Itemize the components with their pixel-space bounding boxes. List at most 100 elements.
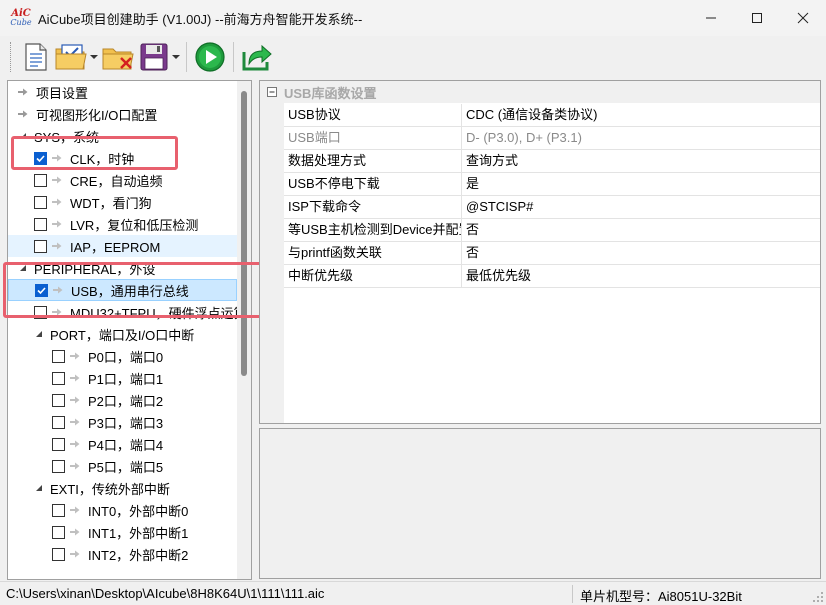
tree-item[interactable]: P0口，端口0 xyxy=(8,345,237,367)
tree-item[interactable]: INT0，外部中断0 xyxy=(8,499,237,521)
property-row[interactable]: 中断优先级 最低优先级 xyxy=(284,265,820,288)
property-name: 与printf函数关联 xyxy=(284,242,462,264)
tree-item-checkbox[interactable] xyxy=(52,349,65,363)
tree-item[interactable]: 项目设置 xyxy=(8,81,237,103)
expand-triangle-icon[interactable] xyxy=(18,263,28,273)
tree-item-checkbox[interactable] xyxy=(52,371,65,385)
property-value[interactable]: 查询方式 xyxy=(462,150,820,172)
tree-item-label: INT1，外部中断1 xyxy=(88,525,189,541)
property-row[interactable]: USB端口 D- (P3.0), D+ (P3.1) xyxy=(284,127,820,150)
tree-item-checkbox[interactable] xyxy=(34,305,47,319)
tree-item-checkbox[interactable] xyxy=(34,239,47,253)
chip-model-label: 单片机型号：Ai8051U-32Bit xyxy=(580,589,742,604)
tree-item[interactable]: LVR，复位和低压检测 xyxy=(8,213,237,235)
close-button[interactable] xyxy=(780,0,826,36)
node-arrow-icon xyxy=(52,154,62,162)
property-name: USB不停电下载 xyxy=(284,173,462,195)
tree-item-checkbox[interactable] xyxy=(52,437,65,451)
tree-item-label: EXTI，传统外部中断 xyxy=(50,481,170,497)
property-category-label: USB库函数设置 xyxy=(284,85,377,101)
tree-item-checkbox[interactable] xyxy=(52,459,65,473)
tree-item[interactable]: WDT，看门狗 xyxy=(8,191,237,213)
tree-item-checkbox[interactable] xyxy=(52,547,65,561)
tree-item-checkbox[interactable] xyxy=(34,217,47,231)
tree-item-label: IAP，EEPROM xyxy=(70,239,161,255)
tree-item[interactable]: P4口，端口4 xyxy=(8,433,237,455)
open-dropdown-button[interactable] xyxy=(89,54,99,60)
tree-scrollbar[interactable] xyxy=(237,81,251,579)
toolbar-separator xyxy=(186,42,187,72)
property-row[interactable]: 与printf函数关联否 xyxy=(284,242,820,265)
tree-item-checkbox[interactable] xyxy=(34,195,47,209)
title-bar[interactable]: AiC Cube AiCube项目创建助手 (V1.00J) --前海方舟智能开… xyxy=(0,0,826,36)
node-arrow-icon xyxy=(52,220,62,228)
tree-scrollbar-thumb[interactable] xyxy=(241,91,247,376)
tree-item[interactable]: IAP，EEPROM xyxy=(8,235,237,257)
node-arrow-icon xyxy=(52,242,62,250)
tree-item[interactable]: 可视图形化I/O口配置 xyxy=(8,103,237,125)
window-title: AiCube项目创建助手 (V1.00J) --前海方舟智能开发系统-- xyxy=(38,11,363,27)
property-value[interactable]: 否 xyxy=(462,219,820,241)
tree-item[interactable]: INT2，外部中断2 xyxy=(8,543,237,565)
tree-item-label: P5口，端口5 xyxy=(88,459,164,475)
collapse-category-button[interactable] xyxy=(260,87,284,97)
tree-item[interactable]: P2口，端口2 xyxy=(8,389,237,411)
tree-item[interactable]: P1口，端口1 xyxy=(8,367,237,389)
tree-item-checkbox[interactable] xyxy=(52,415,65,429)
maximize-button[interactable] xyxy=(734,0,780,36)
tree-item-checkbox[interactable] xyxy=(52,393,65,407)
tree-item-checkbox[interactable] xyxy=(34,173,47,187)
property-value[interactable]: CDC (通信设备类协议) xyxy=(462,104,820,126)
tree-item-label: INT2，外部中断2 xyxy=(88,547,189,563)
tree-item[interactable]: CRE，自动追频 xyxy=(8,169,237,191)
save-dropdown-button[interactable] xyxy=(171,54,181,60)
property-value[interactable]: 否 xyxy=(462,242,820,264)
tree-item-label: WDT，看门狗 xyxy=(70,195,152,211)
property-row[interactable]: 数据处理方式 查询方式 xyxy=(284,150,820,173)
tree-item[interactable]: PERIPHERAL，外设 xyxy=(8,257,237,279)
property-description-panel xyxy=(259,428,821,579)
property-category-row[interactable]: USB库函数设置 xyxy=(260,81,820,103)
new-project-button[interactable] xyxy=(19,39,53,75)
tree-item[interactable]: CLK，时钟 xyxy=(8,147,237,169)
resize-grip-icon[interactable] xyxy=(812,591,824,603)
folder-delete-icon xyxy=(102,48,134,70)
property-value[interactable]: 最低优先级 xyxy=(462,265,820,287)
tree-item-checkbox[interactable] xyxy=(52,525,65,539)
node-arrow-icon xyxy=(70,440,80,448)
tree-item[interactable]: MDU32+TFPU，硬件浮点运算 xyxy=(8,301,237,323)
tree-item-checkbox[interactable] xyxy=(35,283,48,297)
property-row[interactable]: 等USB主机检测到Device并配置完成否 xyxy=(284,219,820,242)
tree-item[interactable]: P5口，端口5 xyxy=(8,455,237,477)
expand-triangle-icon[interactable] xyxy=(18,131,28,141)
tree-item-label: CLK，时钟 xyxy=(70,151,135,167)
property-value[interactable]: @STCISP# xyxy=(462,196,820,218)
close-project-button[interactable] xyxy=(99,39,137,75)
property-row[interactable]: ISP下载命令 @STCISP# xyxy=(284,196,820,219)
tree-item[interactable]: PORT，端口及I/O口中断 xyxy=(8,323,237,345)
expand-triangle-icon[interactable] xyxy=(34,483,44,493)
tree-item-checkbox[interactable] xyxy=(52,503,65,517)
tree-item-label: PERIPHERAL，外设 xyxy=(34,261,156,277)
tree-item[interactable]: P3口，端口3 xyxy=(8,411,237,433)
toolbar-grip[interactable] xyxy=(10,42,13,72)
run-button[interactable] xyxy=(192,39,228,75)
property-row[interactable]: USB协议 CDC (通信设备类协议) xyxy=(284,104,820,127)
save-project-button[interactable] xyxy=(137,39,171,75)
minimize-button[interactable] xyxy=(688,0,734,36)
tree-item-label: INT0，外部中断0 xyxy=(88,503,189,519)
property-value[interactable]: 是 xyxy=(462,173,820,195)
export-button[interactable] xyxy=(239,39,275,75)
open-project-button[interactable] xyxy=(53,39,89,75)
tree-item-checkbox[interactable] xyxy=(34,151,47,165)
tree-item-label: CRE，自动追频 xyxy=(70,173,163,189)
tree-item-label: P3口，端口3 xyxy=(88,415,164,431)
tree-item[interactable]: SYS，系统 xyxy=(8,125,237,147)
property-value: D- (P3.0), D+ (P3.1) xyxy=(466,130,582,145)
tree-item[interactable]: INT1，外部中断1 xyxy=(8,521,237,543)
expand-triangle-icon[interactable] xyxy=(34,329,44,339)
property-row[interactable]: USB不停电下载是 xyxy=(284,173,820,196)
tree-item[interactable]: USB，通用串行总线 xyxy=(8,279,237,301)
status-separator xyxy=(572,585,573,603)
tree-item[interactable]: EXTI，传统外部中断 xyxy=(8,477,237,499)
